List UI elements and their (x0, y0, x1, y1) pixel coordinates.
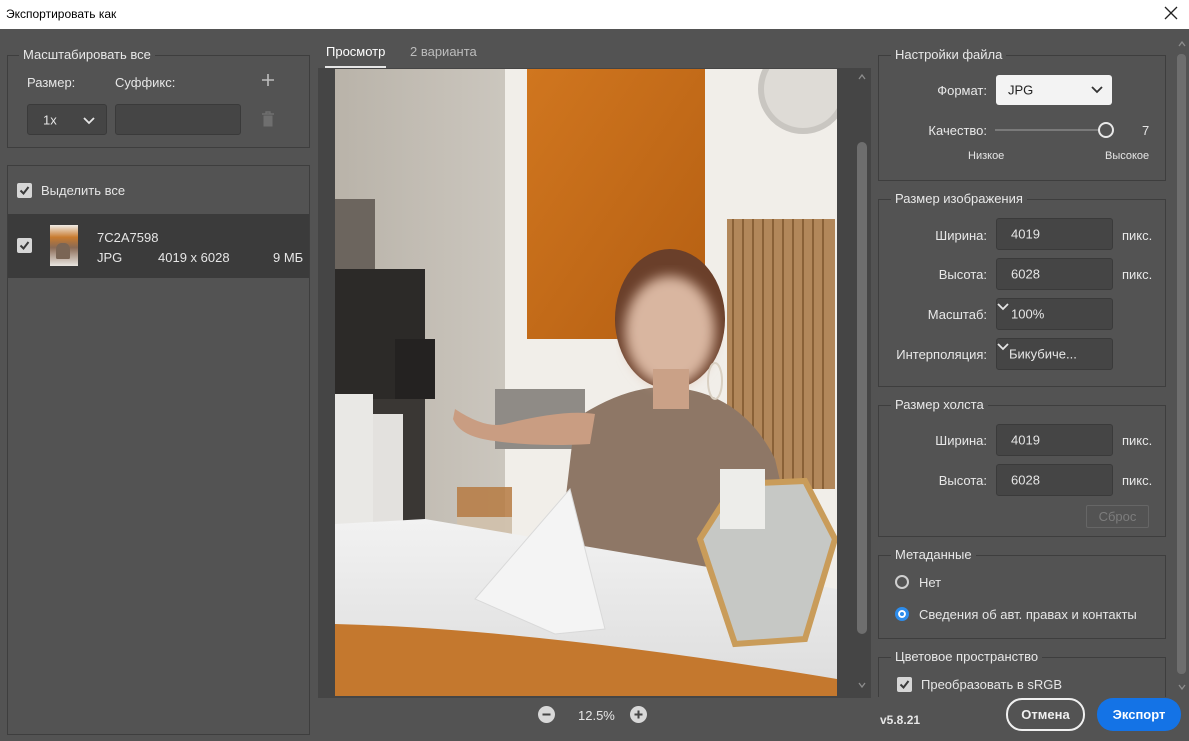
tab-variants-label: 2 варианта (410, 44, 477, 59)
version-label: v5.8.21 (880, 713, 921, 727)
preview-image (335, 69, 837, 696)
scroll-down-icon[interactable] (1178, 684, 1186, 690)
quality-low-label: Низкое (968, 150, 1005, 162)
reset-button[interactable]: Сброс (1086, 505, 1149, 528)
scale-select-value: 100% (1011, 306, 1045, 322)
image-height-value: 6028 (1011, 266, 1040, 282)
size-select-value: 1x (43, 112, 57, 127)
asset-thumbnail (50, 225, 78, 266)
asset-dimensions: 4019 x 6028 (158, 250, 230, 265)
asset-name: 7C2A7598 (97, 230, 159, 245)
interpolation-label: Интерполяция: (896, 347, 987, 362)
metadata-none-radio[interactable] (895, 575, 909, 589)
asset-checkbox[interactable] (17, 238, 32, 253)
image-size-legend: Размер изображения (891, 191, 1027, 206)
image-height-field[interactable]: 6028 (996, 258, 1113, 290)
format-select[interactable]: JPG (996, 75, 1112, 105)
quality-slider-track (995, 129, 1106, 131)
export-button[interactable]: Экспорт (1097, 698, 1181, 731)
size-select[interactable]: 1x (27, 104, 107, 135)
canvas-height-label: Высота: (938, 473, 987, 488)
chevron-down-icon (997, 343, 1009, 351)
zoom-out-icon[interactable] (538, 706, 555, 723)
cancel-button-label: Отмена (1021, 707, 1070, 722)
canvas-width-label: Ширина: (935, 433, 987, 448)
image-width-field[interactable]: 4019 (996, 218, 1113, 250)
metadata-none-label: Нет (919, 575, 942, 590)
scale-all-legend: Масштабировать все (19, 47, 155, 62)
canvas-width-field[interactable]: 4019 (996, 424, 1113, 456)
canvas-width-unit: пикс. (1122, 433, 1153, 448)
tab-preview[interactable]: Просмотр (326, 44, 385, 68)
chevron-down-icon (997, 303, 1009, 311)
quality-slider[interactable] (995, 122, 1114, 138)
image-width-value: 4019 (1011, 226, 1040, 242)
file-settings-legend: Настройки файла (891, 47, 1007, 62)
metadata-legend: Метаданные (891, 547, 976, 562)
settings-scrollbar[interactable] (1174, 36, 1189, 696)
chevron-down-icon (1091, 86, 1103, 94)
select-all-checkbox[interactable] (17, 183, 32, 198)
tab-variants[interactable]: 2 варианта (410, 44, 477, 59)
asset-format: JPG (97, 250, 123, 265)
settings-scrollbar-thumb[interactable] (1177, 54, 1186, 674)
canvas-height-field[interactable]: 6028 (996, 464, 1113, 496)
image-width-unit: пикс. (1122, 228, 1153, 243)
image-height-unit: пикс. (1122, 267, 1153, 282)
quality-slider-thumb[interactable] (1098, 122, 1114, 138)
metadata-copyright-radio[interactable] (895, 607, 909, 621)
quality-label: Качество: (928, 123, 987, 138)
image-width-label: Ширина: (935, 228, 987, 243)
reset-button-label: Сброс (1098, 509, 1137, 524)
interpolation-select[interactable]: Бикубиче... (996, 338, 1113, 370)
metadata-copyright-label: Сведения об авт. правах и контакты (919, 607, 1137, 622)
zoom-in-icon[interactable] (630, 706, 647, 723)
scroll-down-icon[interactable] (858, 682, 866, 688)
preview-scrollbar-thumb[interactable] (857, 142, 867, 634)
interpolation-select-value: Бикубиче... (1009, 346, 1077, 362)
canvas-size-legend: Размер холста (891, 397, 988, 412)
quality-high-label: Высокое (1105, 150, 1150, 162)
convert-srgb-label: Преобразовать в sRGB (921, 677, 1063, 692)
select-all-label: Выделить все (41, 183, 126, 198)
chevron-down-icon (83, 117, 95, 125)
cancel-button[interactable]: Отмена (1006, 698, 1085, 731)
scale-label: Масштаб: (927, 307, 987, 322)
asset-row[interactable]: 7C2A7598 JPG 4019 x 6028 9 МБ (8, 214, 309, 278)
trash-icon[interactable] (261, 111, 275, 128)
export-button-label: Экспорт (1112, 707, 1166, 722)
canvas-width-value: 4019 (1011, 432, 1040, 448)
asset-size: 9 МБ (273, 250, 304, 265)
suffix-label: Суффикс: (115, 75, 176, 90)
suffix-input[interactable] (115, 104, 241, 135)
quality-value: 7 (1142, 123, 1150, 138)
scroll-up-icon[interactable] (1178, 41, 1186, 47)
preview-scrollbar[interactable] (855, 70, 869, 696)
canvas-height-unit: пикс. (1122, 473, 1153, 488)
file-settings-panel (878, 55, 1166, 181)
format-select-value: JPG (1008, 82, 1034, 98)
scale-select[interactable]: 100% (996, 298, 1113, 330)
window-title: Экспортировать как (6, 7, 117, 21)
zoom-level: 12.5% (578, 708, 615, 723)
add-scale-icon[interactable] (261, 73, 275, 87)
close-icon[interactable] (1161, 3, 1181, 23)
canvas-height-value: 6028 (1011, 472, 1040, 488)
metadata-panel (878, 555, 1166, 639)
format-label: Формат: (937, 83, 987, 98)
size-label: Размер: (27, 75, 76, 90)
tab-preview-label: Просмотр (326, 44, 386, 59)
title-bar: Экспортировать как (0, 0, 1189, 29)
image-height-label: Высота: (938, 267, 987, 282)
color-space-legend: Цветовое пространство (891, 649, 1043, 664)
scroll-up-icon[interactable] (858, 74, 866, 80)
convert-srgb-checkbox[interactable] (897, 677, 912, 692)
